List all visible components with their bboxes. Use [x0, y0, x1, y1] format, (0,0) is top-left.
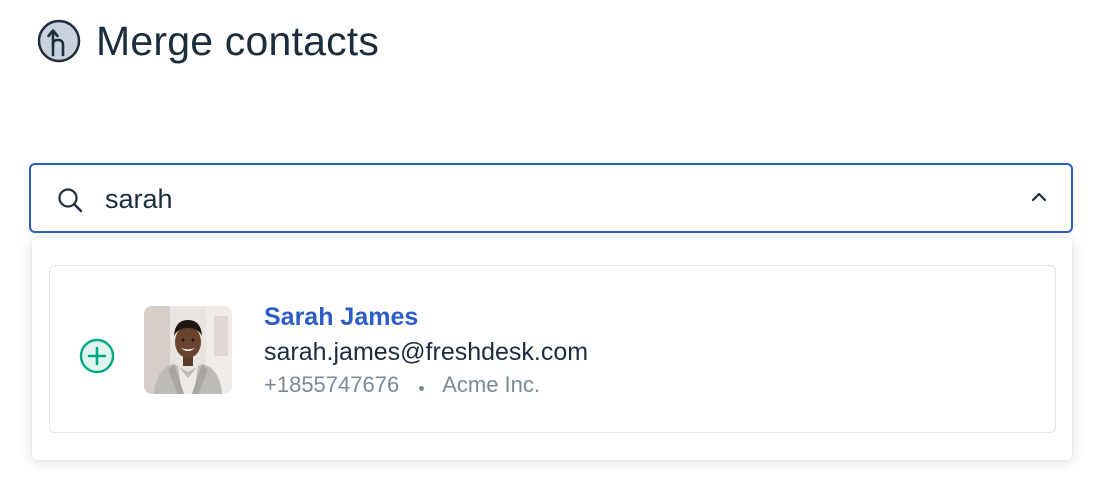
- contact-phone: +1855747676: [264, 372, 400, 397]
- contact-search-box[interactable]: [29, 163, 1073, 233]
- separator-dot: [419, 385, 425, 391]
- contact-result-item[interactable]: Sarah James sarah.james@freshdesk.com +1…: [49, 265, 1056, 433]
- contact-meta: +1855747676 Acme Inc.: [264, 371, 540, 399]
- contact-email: sarah.james@freshdesk.com: [264, 338, 589, 366]
- search-icon: [58, 188, 83, 213]
- merge-icon: [37, 19, 81, 63]
- add-circle-icon[interactable]: [79, 338, 115, 374]
- page-header: Merge contacts: [36, 18, 379, 64]
- contact-name[interactable]: Sarah James: [264, 302, 418, 332]
- contact-company: Acme Inc.: [442, 372, 541, 397]
- avatar: [144, 306, 232, 394]
- search-results-dropdown: Sarah James sarah.james@freshdesk.com +1…: [32, 238, 1072, 460]
- search-input[interactable]: [105, 177, 985, 221]
- page-title: Merge contacts: [96, 18, 380, 64]
- chevron-up-icon[interactable]: [1029, 187, 1049, 207]
- merge-contacts-page: Merge contacts sarah Sarah James sarah.j…: [0, 0, 1098, 494]
